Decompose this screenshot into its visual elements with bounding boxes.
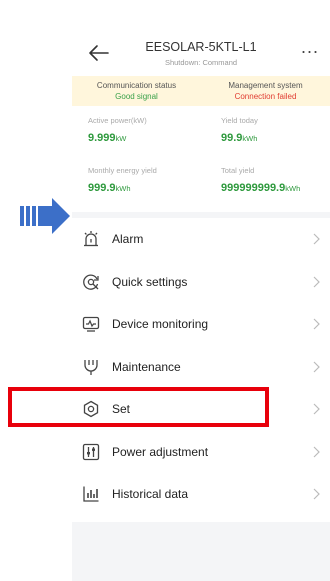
menu-item-quick-settings[interactable]: Quick settings [72,261,330,304]
active-power-label: Active power(kW) [88,116,147,125]
menu-footer-spacer [72,516,330,522]
monthly-yield-value: 999.9 [88,182,116,194]
yield-today-label: Yield today [221,116,258,125]
device-title: EESOLAR-5KTL-L1 [145,40,257,54]
chevron-right-icon [313,318,320,330]
menu-label-device-monitoring: Device monitoring [112,317,209,332]
active-power-unit: kW [115,134,127,143]
menu-item-maintenance[interactable]: Maintenance [72,346,330,389]
yield-today-value: 99.9 [221,132,243,144]
quick-settings-icon [83,274,99,290]
menu-label-power-adjustment: Power adjustment [112,444,209,459]
menu-item-alarm[interactable]: Alarm [72,218,330,261]
top-header: EESOLAR-5KTL-L1 Shutdown: Command ... [72,0,330,76]
communication-status-label: Communication status [96,81,177,90]
menu-item-power-adjustment[interactable]: Power adjustment [72,431,330,474]
menu-label-alarm: Alarm [112,232,144,247]
menu-label-quick-settings: Quick settings [112,274,188,289]
monthly-yield-unit: kWh [115,184,131,193]
management-system-status: Management system Connection failed [201,80,330,102]
chevron-right-icon [313,233,320,245]
yield-today-unit: kWh [242,134,258,143]
maintenance-icon [84,359,98,375]
chevron-right-icon [313,276,320,287]
set-highlight-box [8,387,269,427]
management-system-label: Management system [228,81,303,90]
menu-label-maintenance: Maintenance [112,359,181,374]
yield-today-stat: Yield today 99.9kWh [205,116,330,148]
total-yield-label: Total yield [221,166,255,175]
status-bar: Communication status Good signal Managem… [72,76,330,106]
chevron-right-icon [313,488,320,500]
total-yield-value: 999999999.9 [221,182,286,194]
chevron-right-icon [313,446,320,457]
function-menu: Alarm Quick settings Device monitoring M… [72,218,330,522]
menu-item-historical-data[interactable]: Historical data [72,473,330,516]
power-adjustment-icon [82,443,100,460]
management-system-value: Connection failed [234,92,297,101]
communication-status: Communication status Good signal [72,80,201,102]
chevron-right-icon [313,361,320,372]
app-screen: EESOLAR-5KTL-L1 Shutdown: Command ... Co… [72,0,330,581]
active-power-value: 9.999 [88,132,116,144]
yield-stats-panel: Active power(kW) 9.999kW Yield today 99.… [72,106,330,212]
active-power-stat: Active power(kW) 9.999kW [72,116,201,148]
device-monitoring-icon [82,317,100,332]
menu-label-historical-data: Historical data [112,487,189,502]
monthly-yield-stat: Monthly energy yield 999.9kWh [72,166,201,198]
total-yield-unit: kWh [285,184,301,193]
back-arrow-icon[interactable] [88,44,110,62]
alarm-icon [84,231,98,247]
chevron-right-icon [313,403,320,415]
total-yield-stat: Total yield 999999999.9kWh [205,166,330,198]
communication-status-value: Good signal [115,92,158,101]
monthly-yield-label: Monthly energy yield [88,166,157,175]
pointer-arrow-icon [20,198,70,234]
device-state: Shutdown: Command [164,58,238,67]
more-options-button[interactable]: ... [296,38,324,59]
menu-item-device-monitoring[interactable]: Device monitoring [72,303,330,346]
historical-data-icon [83,486,99,502]
